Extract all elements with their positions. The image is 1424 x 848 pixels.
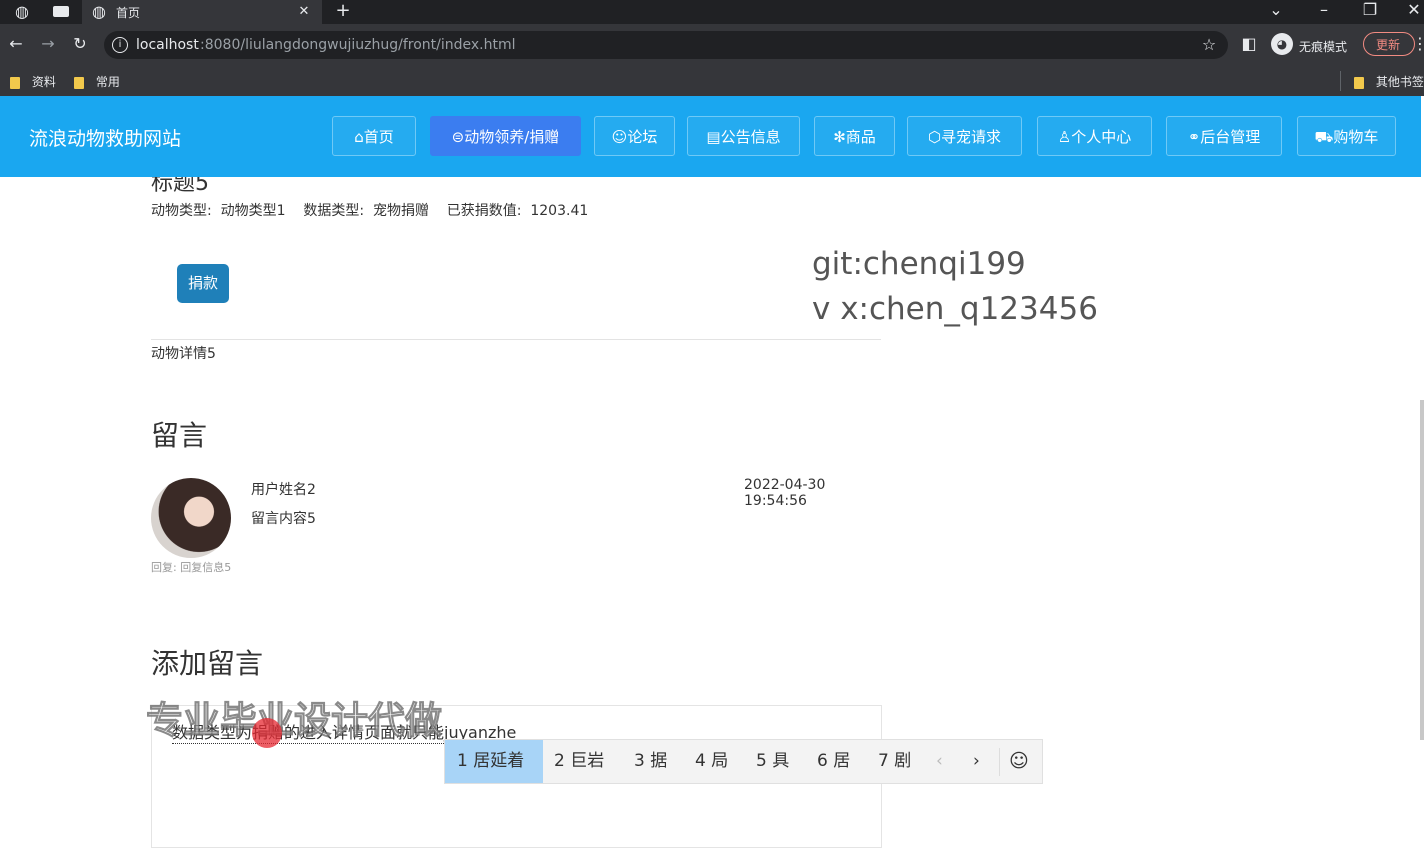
ime-candidate[interactable]: 7 剧 [878,740,911,783]
nav-label: 公告信息 [720,128,781,146]
menu-icon[interactable]: ⋮ [1412,34,1424,54]
close-tab-icon[interactable]: ✕ [294,2,314,22]
tab-favicon-icon: ◍ [92,2,106,21]
nav-label: 后台管理 [1200,128,1261,146]
folder-icon [74,76,84,89]
goods-icon: ✻ [833,128,846,146]
nav-goods[interactable]: ✻商品 [814,116,895,156]
detail-description: 动物详情5 [151,346,216,362]
star-icon[interactable]: ☆ [1200,35,1218,55]
side-panel-icon[interactable]: ◧ [1240,34,1258,54]
nav-admin[interactable]: ⚭后台管理 [1166,116,1282,156]
chevron-down-icon[interactable]: ⌄ [1266,0,1286,20]
add-comment-heading: 添加留言 [151,647,264,680]
minimize-icon[interactable]: – [1314,0,1334,20]
home-icon: ⌂ [354,128,364,146]
link-icon: ⚭ [1187,128,1201,146]
nav-forum[interactable]: ☺论坛 [594,116,675,156]
box-icon: ⬡ [927,128,942,146]
emoji-icon[interactable]: ☺ [1009,740,1029,783]
folder-icon [10,76,20,89]
folder-icon [1354,76,1364,89]
new-tab-icon[interactable]: + [333,1,353,21]
ime-candidate[interactable]: 1 居延着 [445,740,543,783]
ime-candidate[interactable]: 5 具 [756,740,789,783]
restore-icon[interactable]: ❐ [1360,0,1380,20]
nav-label: 论坛 [627,128,658,146]
divider [151,339,881,340]
nav-label: 购物车 [1333,128,1379,146]
forward-icon[interactable]: → [38,34,58,54]
comment-time: 2022-04-30 19:54:56 [744,477,826,509]
cursor-highlight [252,718,282,748]
bookmark-label: 常用 [95,75,120,89]
nav-label: 动物领养/捐赠 [464,128,560,146]
adopt-icon: ⊜ [451,128,465,146]
site-title: 流浪动物救助网站 [29,128,182,150]
avatar [151,478,231,558]
update-button[interactable]: 更新 [1363,32,1415,56]
globe-icon[interactable]: ◍ [12,2,32,22]
window-icon[interactable] [53,6,69,17]
other-bookmarks[interactable]: 其他书签 [1354,73,1424,90]
back-icon[interactable]: ← [6,34,26,54]
browser-tab[interactable]: ◍ 首页 ✕ [82,0,322,24]
close-window-icon[interactable]: ✕ [1404,0,1424,20]
watermark-line-2: v x:chen_q123456 [812,291,1098,327]
bookmark-label: 资料 [31,75,56,89]
ime-candidate[interactable]: 2 巨岩 [554,740,604,783]
nav-label: 寻宠请求 [941,128,1002,146]
comment-reply: 回复: 回复信息5 [151,561,232,574]
nav-pet-search[interactable]: ⬡寻宠请求 [907,116,1022,156]
watermark-line-1: git:chenqi199 [812,246,1026,282]
tab-title: 首页 [116,6,141,20]
address-bar[interactable]: i localhost :8080/liulangdongwujiuzhug/f… [104,31,1228,59]
comment-content: 留言内容5 [251,511,316,527]
url-path: :8080/liulangdongwujiuzhug/front/index.h… [200,37,516,53]
nav-label: 商品 [845,128,876,146]
user-icon: ♙ [1057,128,1072,146]
detail-info: 动物类型: 动物类型1 数据类型: 宠物捐赠 已获捐数值: 1203.41 [151,203,589,219]
bookmarks-bar: 资料 常用 其他书签 [0,66,1424,96]
nav-notice[interactable]: ▤公告信息 [687,116,800,156]
bookmark-folder[interactable]: 资料 [10,73,56,90]
nav-cart[interactable]: ⛟购物车 [1297,116,1396,156]
donate-button[interactable]: 捐款 [177,264,229,303]
nav-label: 个人中心 [1071,128,1132,146]
nav-personal-center[interactable]: ♙个人中心 [1037,116,1152,156]
nav-label: 首页 [363,128,394,146]
scrollbar[interactable] [1420,400,1424,740]
ime-candidate-bar: 1 居延着 2 巨岩 3 据 4 局 5 具 6 居 7 剧 ‹ › ☺ [444,739,1043,784]
forum-icon: ☺ [611,128,628,146]
info-icon[interactable]: i [112,37,128,53]
profile-label[interactable]: 无痕模式 [1299,38,1347,55]
other-bookmarks-label: 其他书签 [1375,75,1424,89]
cart-icon: ⛟ [1314,128,1334,146]
comment-item: 用户姓名2 2022-04-30 19:54:56 留言内容5 回复: 回复信息… [151,470,882,580]
bookmark-folder[interactable]: 常用 [74,73,120,90]
reload-icon[interactable]: ↻ [70,34,90,54]
comments-heading: 留言 [151,419,208,452]
bookmarks-divider [1340,71,1341,91]
comment-user: 用户姓名2 [251,482,316,498]
incognito-icon[interactable]: ◕ [1271,33,1293,55]
ime-divider [999,748,1000,776]
ime-candidate[interactable]: 6 居 [817,740,850,783]
ime-next-icon[interactable]: › [973,740,980,783]
nav-home[interactable]: ⌂首页 [332,116,416,156]
notice-icon: ▤ [706,128,721,146]
ad-watermark: 专业毕业设计代做 [146,699,443,743]
nav-adopt-donate[interactable]: ⊜动物领养/捐赠 [430,116,581,156]
ime-candidate[interactable]: 4 局 [695,740,728,783]
url-host: localhost [136,37,199,53]
ime-prev-icon[interactable]: ‹ [936,740,943,783]
ime-candidate[interactable]: 3 据 [634,740,667,783]
